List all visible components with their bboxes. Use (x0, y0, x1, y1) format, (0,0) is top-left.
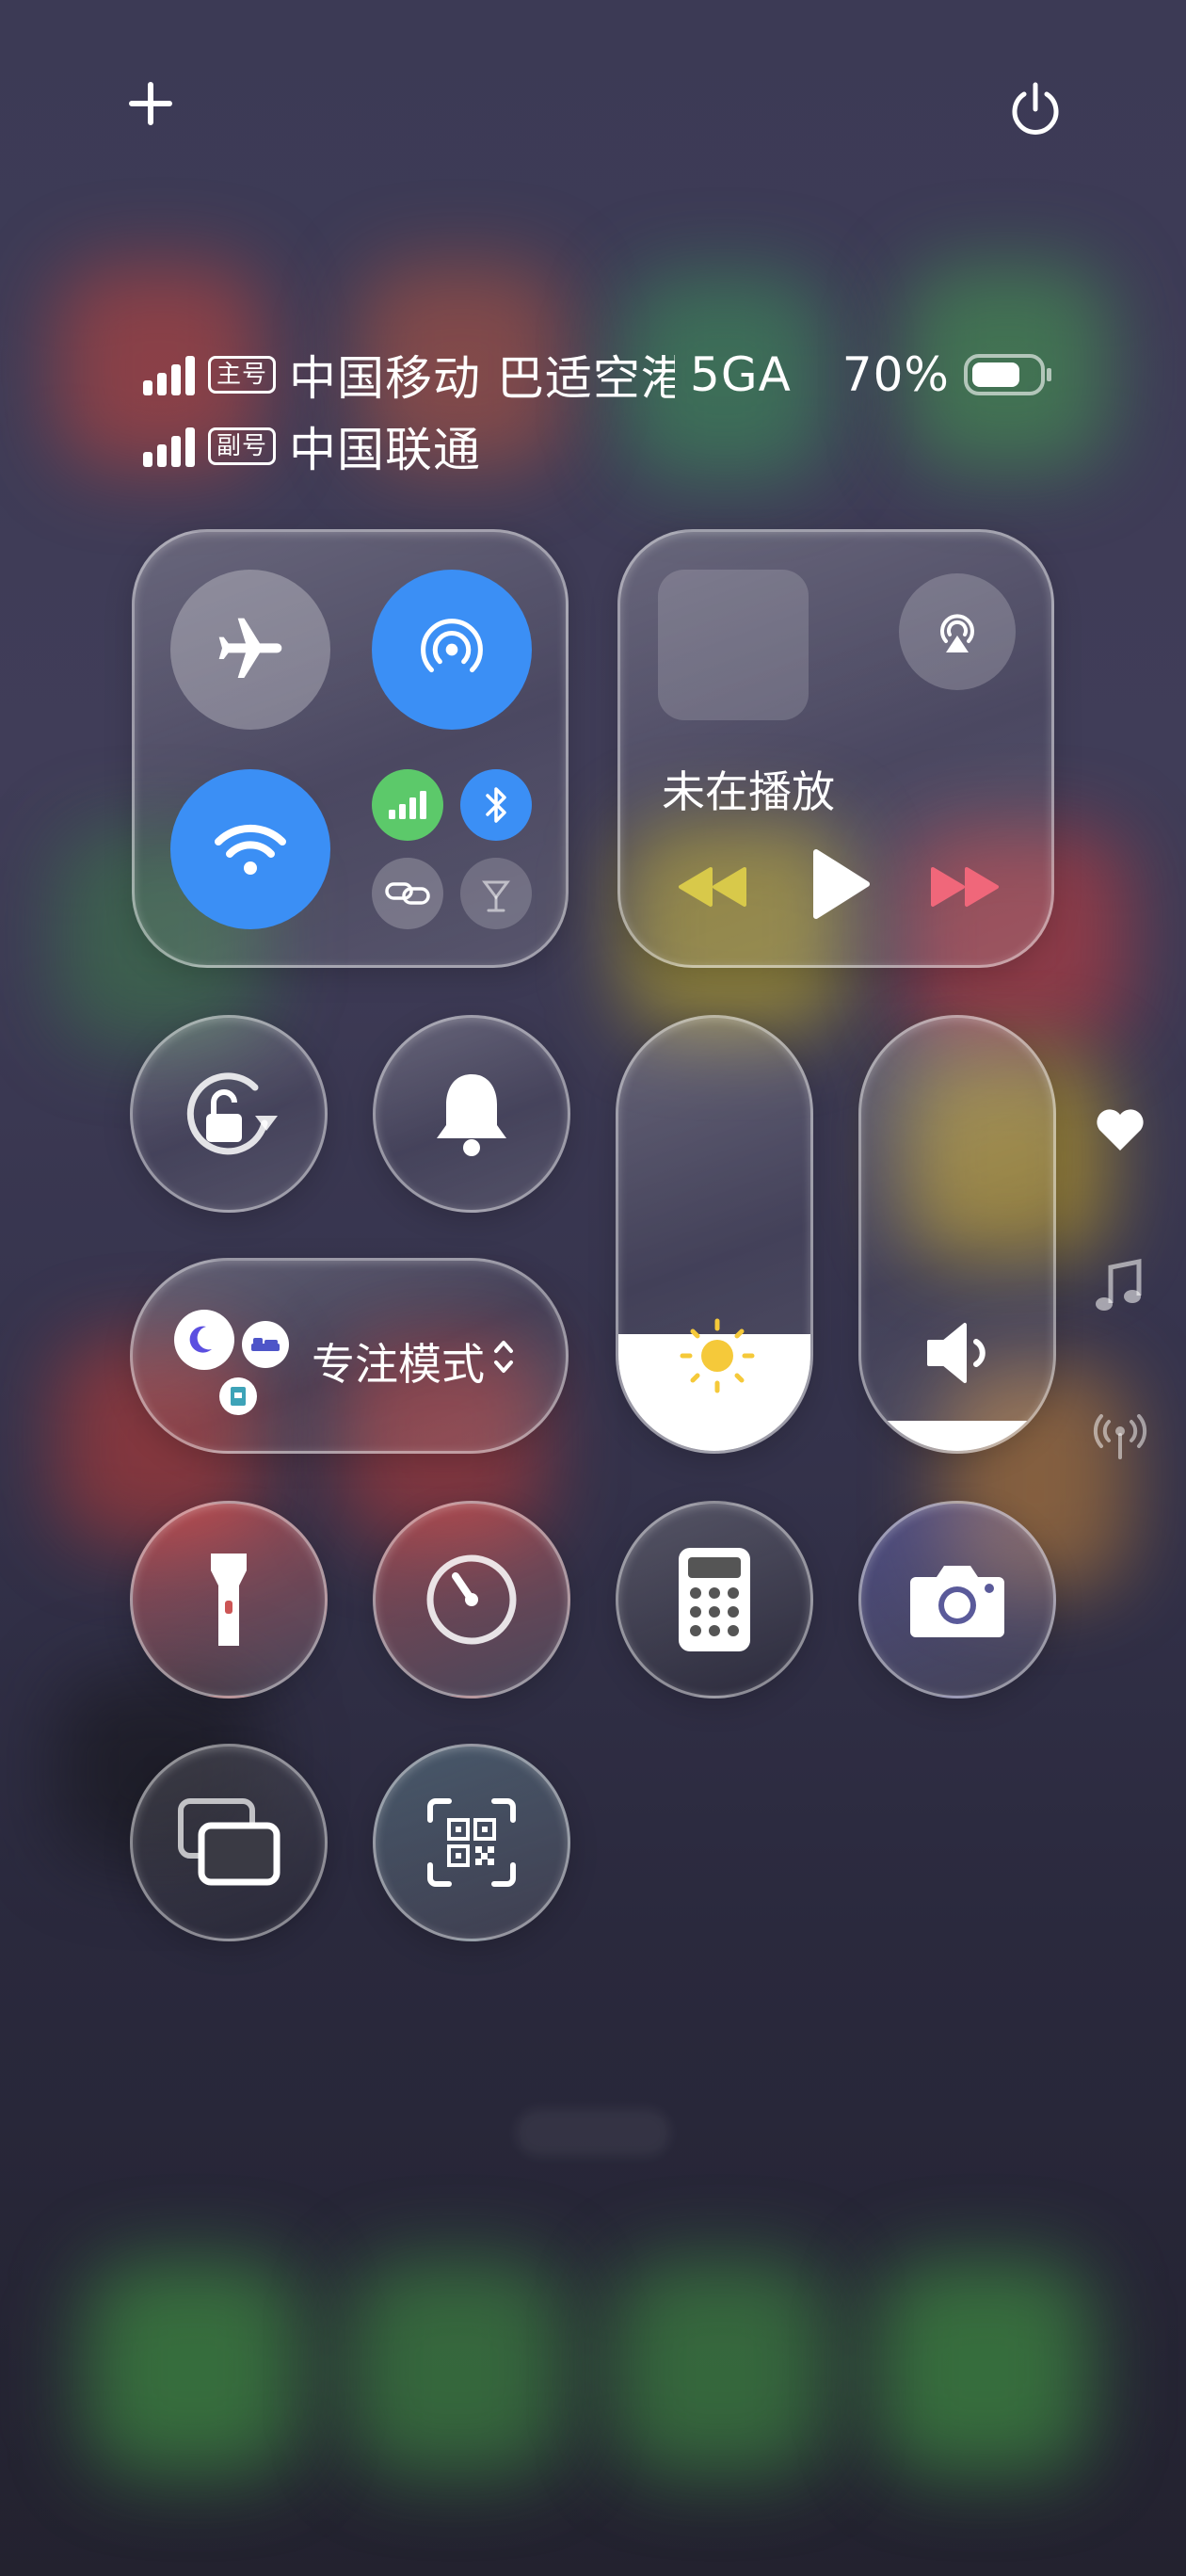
focus-mode-button[interactable]: 专注模式 (130, 1258, 569, 1454)
speaker-icon (922, 1315, 997, 1391)
flashlight-icon (211, 1554, 247, 1646)
work-badge-icon (219, 1377, 257, 1415)
power-button[interactable] (1005, 79, 1066, 139)
volume-slider[interactable] (858, 1015, 1056, 1454)
calculator-button[interactable] (616, 1501, 813, 1699)
link-icon (385, 882, 430, 905)
now-playing-label: 未在播放 (662, 766, 835, 817)
bluetooth-icon (486, 787, 506, 823)
wifi-toggle[interactable] (170, 769, 330, 929)
play-icon (813, 849, 870, 919)
mobile-data-toggle[interactable] (372, 769, 443, 841)
timer-icon (426, 1554, 517, 1645)
rewind-icon (679, 867, 746, 907)
screen-mirroring-button[interactable] (130, 1744, 328, 1941)
page-indicator (516, 2109, 670, 2156)
focus-mode-label: 专注模式 (312, 1339, 485, 1390)
heart-icon[interactable] (1094, 1107, 1146, 1154)
qr-scan-icon (427, 1798, 516, 1887)
volume-level-fill (861, 1420, 1053, 1451)
sim1-badge: 主号 (208, 356, 277, 394)
airplane-icon (218, 618, 282, 678)
media-player-panel[interactable]: 未在播放 (617, 529, 1054, 968)
rotation-lock-icon (186, 1072, 278, 1155)
power-icon (1012, 82, 1059, 135)
ring-mode-button[interactable] (373, 1015, 570, 1213)
scan-button[interactable] (373, 1744, 570, 1941)
antenna-icon[interactable] (1092, 1414, 1148, 1461)
airplay-icon (940, 614, 974, 652)
signal-strength-icon (143, 426, 195, 467)
battery-percent: 70% (841, 347, 950, 402)
wifi-icon (215, 824, 286, 875)
plus-icon (129, 82, 172, 125)
album-art-placeholder (658, 570, 809, 720)
hotspot-toggle[interactable] (372, 570, 532, 730)
sim1-carrier: 中国移动 巴适空港 (289, 351, 676, 406)
airplane-mode-toggle[interactable] (170, 570, 330, 730)
rotation-lock-button[interactable] (130, 1015, 328, 1213)
sim1-status-row: 主号 中国移动 巴适空港 5GA 70% (143, 341, 1053, 409)
dish-icon (482, 880, 510, 912)
camera-icon (910, 1566, 1004, 1637)
screen-mirror-icon (178, 1798, 280, 1886)
sim2-carrier: 中国联通 (289, 423, 482, 477)
play-button[interactable] (807, 846, 873, 922)
brightness-slider[interactable] (616, 1015, 813, 1454)
music-note-icon[interactable] (1092, 1258, 1146, 1316)
signal-strength-icon (143, 354, 195, 395)
timer-button[interactable] (373, 1501, 570, 1699)
add-control-button[interactable] (122, 75, 179, 132)
chevron-up-down-icon (490, 1334, 517, 1379)
satellite-toggle[interactable] (460, 858, 532, 929)
previous-track-button[interactable] (675, 863, 750, 910)
nfc-link-toggle[interactable] (372, 858, 443, 929)
calculator-icon (679, 1548, 750, 1651)
flashlight-button[interactable] (130, 1501, 328, 1699)
connectivity-panel (132, 529, 569, 968)
sun-icon (677, 1315, 758, 1396)
airplay-button[interactable] (899, 573, 1016, 690)
next-track-button[interactable] (927, 863, 1002, 910)
network-type: 5GA (690, 347, 792, 402)
bell-icon (437, 1074, 506, 1156)
sim2-badge: 副号 (208, 427, 277, 465)
bluetooth-toggle[interactable] (460, 769, 532, 841)
battery-icon (963, 352, 1053, 397)
sim2-status-row: 副号 中国联通 (143, 412, 481, 480)
camera-button[interactable] (858, 1501, 1056, 1699)
sleep-bed-icon (242, 1321, 289, 1368)
cellular-data-icon (389, 791, 426, 819)
hotspot-icon (421, 619, 483, 673)
fast-forward-icon (931, 867, 999, 907)
moon-icon (174, 1310, 234, 1370)
